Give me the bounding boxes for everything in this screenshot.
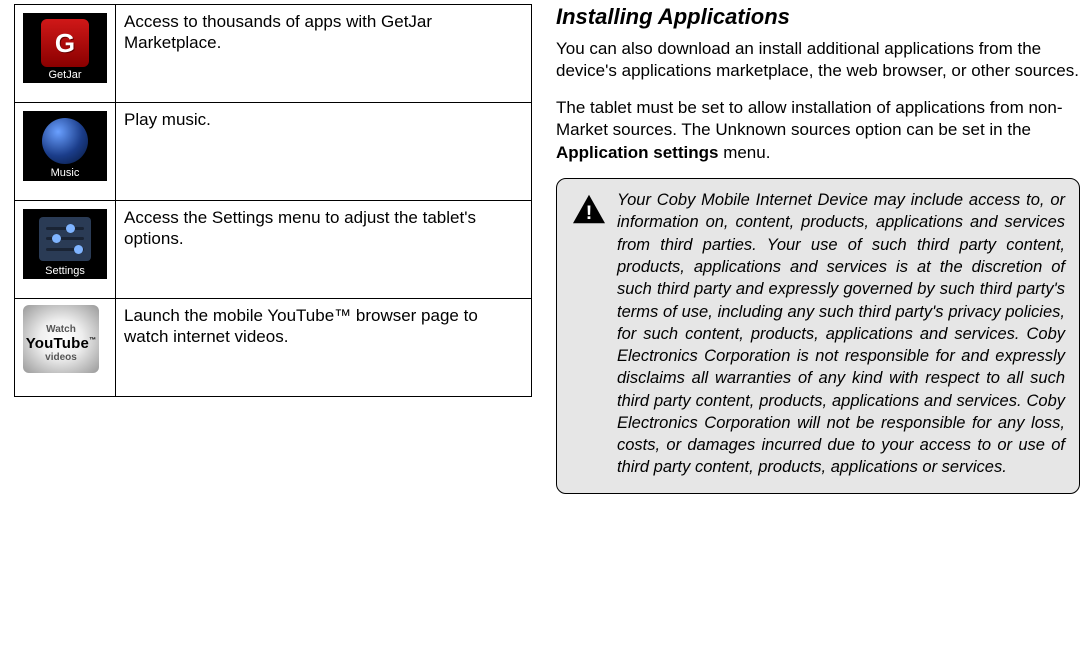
- table-row: G GetJar Access to thousands of apps wit…: [15, 5, 532, 103]
- table-row: Music Play music.: [15, 103, 532, 201]
- music-icon: Music: [23, 111, 107, 181]
- app-desc-settings: Access the Settings menu to adjust the t…: [116, 201, 532, 299]
- getjar-badge: G: [41, 19, 89, 67]
- app-icon-label: GetJar: [23, 69, 107, 81]
- svg-text:!: !: [586, 202, 593, 224]
- youtube-icon: Watch YouTube™ videos: [23, 305, 99, 373]
- settings-sliders: [39, 217, 91, 261]
- intro-paragraph-2: The tablet must be set to allow installa…: [556, 97, 1080, 164]
- notice-text: Your Coby Mobile Internet Device may inc…: [617, 189, 1065, 478]
- app-desc-youtube: Launch the mobile YouTube™ browser page …: [116, 299, 532, 397]
- app-desc-music: Play music.: [116, 103, 532, 201]
- p2-post: menu.: [718, 143, 770, 162]
- app-icon-label: Settings: [23, 265, 107, 277]
- p2-bold: Application settings: [556, 143, 718, 162]
- getjar-icon: G GetJar: [23, 13, 107, 83]
- intro-paragraph-1: You can also download an install additio…: [556, 38, 1080, 83]
- music-orb: [42, 118, 88, 164]
- apps-table: G GetJar Access to thousands of apps wit…: [14, 4, 532, 397]
- app-icon-cell-getjar: G GetJar: [15, 5, 116, 103]
- p2-pre: The tablet must be set to allow installa…: [556, 98, 1063, 139]
- youtube-icon-line3: videos: [45, 352, 77, 363]
- app-icon-cell-youtube: Watch YouTube™ videos: [15, 299, 116, 397]
- app-icon-cell-music: Music: [15, 103, 116, 201]
- section-heading: Installing Applications: [556, 4, 1080, 30]
- app-icon-cell-settings: Settings: [15, 201, 116, 299]
- settings-icon: Settings: [23, 209, 107, 279]
- page-root: G GetJar Access to thousands of apps wit…: [0, 0, 1090, 669]
- youtube-icon-line1: Watch: [46, 324, 76, 335]
- warning-icon: !: [571, 193, 607, 225]
- app-desc-getjar: Access to thousands of apps with GetJar …: [116, 5, 532, 103]
- table-row: Settings Access the Settings menu to adj…: [15, 201, 532, 299]
- table-row: Watch YouTube™ videos Launch the mobile …: [15, 299, 532, 397]
- right-column: Installing Applications You can also dow…: [556, 4, 1080, 659]
- app-icon-label: Music: [23, 167, 107, 179]
- youtube-icon-line2: YouTube™: [26, 335, 97, 352]
- third-party-notice: ! Your Coby Mobile Internet Device may i…: [556, 178, 1080, 493]
- apps-table-wrapper: G GetJar Access to thousands of apps wit…: [14, 4, 532, 659]
